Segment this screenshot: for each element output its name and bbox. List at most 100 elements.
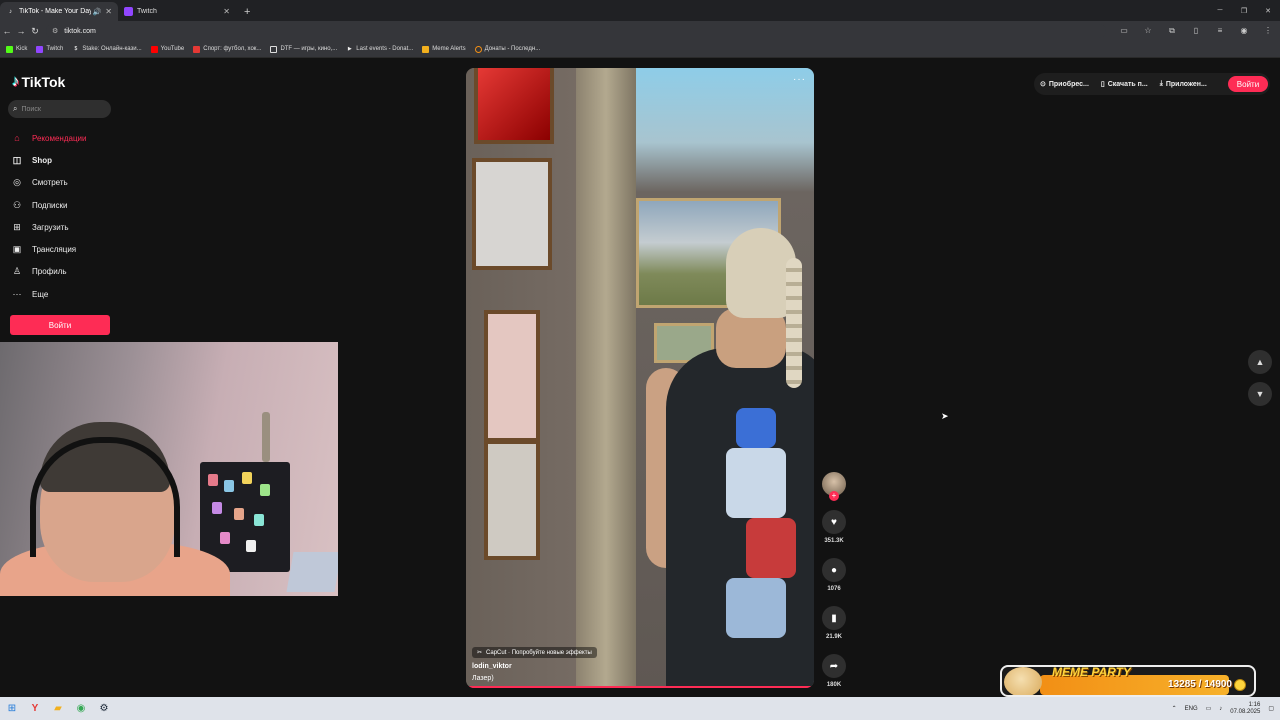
share-icon[interactable]: ➦ [822,654,846,678]
sidebar-item-explore[interactable]: ◎ Смотреть [11,172,111,194]
bookmarks-bar: Kick Twitch $ Stake: Онлайн-кази... YouTu… [0,41,1280,58]
buy-coins-link[interactable]: ⊙ Приобрес... [1040,80,1089,89]
webcam-keyboard [286,552,338,592]
bookmark-label: Kick [16,46,28,52]
star-icon[interactable]: ☆ [1136,26,1160,36]
sidebar-item-label: Shop [32,155,52,165]
chevron-up-icon[interactable]: ▲ [1248,350,1272,374]
site-info-icon[interactable]: ⚙ [52,27,58,35]
twitch-icon [36,45,44,53]
meme-party-title: MEME PARTY [1052,665,1131,679]
back-button[interactable]: ← [0,26,14,36]
search-input[interactable] [21,105,102,113]
search-box[interactable]: ⌕ [8,100,111,118]
sidebar-item-profile[interactable]: ♙ Профиль [11,261,111,283]
windows-start-icon[interactable]: ⊞ [1,700,23,718]
close-icon[interactable]: ✕ [223,7,230,16]
tab-twitch[interactable]: Twitch ✕ [118,2,236,21]
minimize-button[interactable]: ─ [1208,0,1232,21]
video-username[interactable]: lodin_viktor [472,663,772,670]
webcam-figurine [262,412,270,462]
follow-plus-icon[interactable]: + [829,491,839,501]
bookmark-youtube[interactable]: YouTube [150,45,185,53]
following-icon: ⚇ [12,199,22,210]
bookmark-stake[interactable]: $ Stake: Онлайн-кази... [72,46,141,53]
login-button[interactable]: Войти [10,315,110,335]
bookmark-icon[interactable]: ▮ [822,606,846,630]
close-window-button[interactable]: ✕ [1256,0,1280,21]
tiktok-logo[interactable]: ♪ TikTok [12,73,65,90]
steam-icon[interactable]: ⚙ [93,700,115,718]
reload-button[interactable]: ↻ [28,26,42,37]
sidebar-item-following[interactable]: ⚇ Подписки [11,194,111,216]
cast-icon[interactable]: ▭ [1112,26,1136,36]
shop-icon: ◫ [12,154,22,165]
chrome-icon[interactable]: ◉ [70,700,92,718]
save-action[interactable]: ▮ 21.9K [820,606,848,640]
kick-icon [6,45,13,53]
file-explorer-icon[interactable]: ▰ [47,700,69,718]
tab-tiktok[interactable]: ♪ TikTok - Make Your Day 🔊 ✕ [0,2,118,21]
clock[interactable]: 1:16 07.08.2025 [1230,702,1260,716]
top-login-button[interactable]: Войти [1228,76,1268,92]
windows-taskbar: ⊞ Y ▰ ◉ ⚙ ⌃ ENG ▭ ♪ 1:16 07.08.2025 ▢ [0,697,1280,720]
bookmark-meme-alerts[interactable]: Meme Alerts [422,45,466,53]
chevron-down-icon[interactable]: ▼ [1248,382,1272,406]
download-icon: ⤓ [1159,80,1163,87]
share-count: 180K [826,682,842,688]
video-player[interactable]: ··· ✂ CapCut · Попробуйте новые эффекты l… [466,68,814,688]
tiktok-page: ♪ TikTok ⌕ ⌂ Рекомендации ◫ Shop ◎ Смотреть… [0,59,1280,720]
capcut-icon: ✂ [477,650,483,656]
live-icon: ▣ [12,244,22,255]
bookmark-last-events[interactable]: ▶ Last events - Donat... [346,46,413,53]
browser-tab-bar: ♪ TikTok - Make Your Day 🔊 ✕ Twitch ✕ + … [0,0,1280,21]
twitch-icon [124,7,133,16]
sidebar-item-label: Профиль [32,267,67,277]
maximize-button[interactable]: ❐ [1232,0,1256,21]
video-progress-bar[interactable] [466,686,814,688]
volume-icon[interactable]: ♪ [1219,706,1222,712]
extensions-icon[interactable]: ⧉ [1160,26,1184,36]
notifications-icon[interactable]: ▢ [1268,705,1274,712]
top-right-bar: ⊙ Приобрес... ▯ Скачать п... ⤓ Приложен... … [1034,73,1270,95]
comment-icon[interactable]: ● [822,558,846,582]
comment-action[interactable]: ● 1076 [820,558,848,592]
compass-icon: ◎ [13,177,21,188]
more-options-icon[interactable]: ··· [793,74,806,85]
app-link[interactable]: ⤓ Приложен... [1160,80,1207,88]
download-app-link[interactable]: ▯ Скачать п... [1101,80,1148,89]
language-indicator[interactable]: ENG [1185,706,1198,712]
bookmark-donates[interactable]: Донаты - Последн... [474,45,540,53]
sidepanel-icon[interactable]: ▯ [1184,26,1208,36]
yandex-browser-icon[interactable]: Y [24,700,46,718]
profile-icon[interactable]: ◉ [1232,26,1256,36]
heart-icon[interactable]: ♥ [822,510,846,534]
menu-icon[interactable]: ⋮ [1256,26,1280,36]
sidebar-item-live[interactable]: ▣ Трансляция [11,238,111,260]
bookmark-sport[interactable]: Спорт: футбол, хок... [193,45,261,53]
close-icon[interactable]: ✕ [105,7,112,16]
sidebar-item-shop[interactable]: ◫ Shop [11,149,111,171]
sidebar-item-upload[interactable]: ⊞ Загрузить [11,216,111,238]
like-action[interactable]: ♥ 351.3K [820,510,848,544]
bookmark-kick[interactable]: Kick [6,45,28,53]
tray-chevron-icon[interactable]: ⌃ [1172,705,1177,712]
network-icon[interactable]: ▭ [1206,705,1212,712]
media-icon[interactable]: ≡ [1208,26,1232,36]
comment-count: 1076 [827,586,841,592]
bookmark-twitch[interactable]: Twitch [36,45,63,53]
speaker-icon[interactable]: 🔊 [93,8,102,16]
creator-avatar[interactable]: + [822,472,846,501]
forward-button[interactable]: → [14,26,28,36]
address-bar[interactable]: ⚙ tiktok.com [46,24,1106,38]
sidebar-item-recommendations[interactable]: ⌂ Рекомендации [11,127,111,149]
donation-icon: ▶ [347,46,352,52]
new-tab-button[interactable]: + [236,2,258,21]
effect-chip[interactable]: ✂ CapCut · Попробуйте новые эффекты [472,647,597,658]
bookmark-label: YouTube [160,46,185,52]
bookmark-dtf[interactable]: DTF — игры, кино,... [270,45,337,53]
dtf-icon [270,45,278,53]
share-action[interactable]: ➦ 180K [820,654,848,688]
mouse-cursor-icon: ➤ [941,411,949,421]
sidebar-item-more[interactable]: ··· Еще [11,283,111,305]
